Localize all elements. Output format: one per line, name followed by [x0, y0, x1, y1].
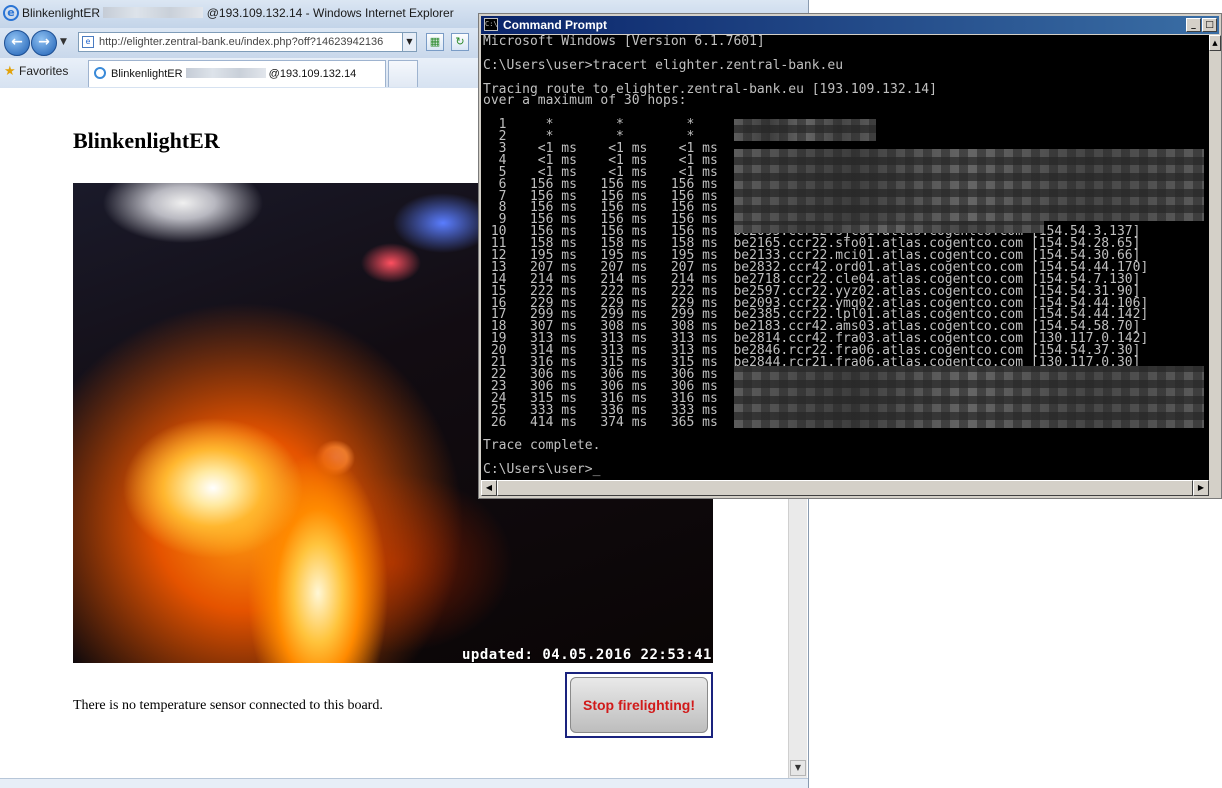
ie-status-bar — [0, 778, 808, 788]
tab-title-prefix: BlinkenlightER — [111, 68, 183, 80]
page-favicon: e — [82, 36, 94, 48]
ie-title-suffix: @193.109.132.14 - Windows Internet Explo… — [206, 6, 454, 20]
redacted-hostnames — [734, 221, 1044, 233]
favorites-button[interactable]: ★ Favorites — [4, 64, 68, 79]
address-url[interactable]: http://elighter.zentral-bank.eu/index.ph… — [99, 36, 383, 48]
maximize-icon[interactable]: □ — [1202, 18, 1217, 32]
address-bar[interactable]: e http://elighter.zentral-bank.eu/index.… — [78, 32, 415, 52]
command-prompt-window: C:\ Command Prompt _ □ Microsoft Windows… — [478, 13, 1222, 499]
cmd-title-bar[interactable]: C:\ Command Prompt _ □ — [481, 16, 1219, 34]
console-line: Microsoft Windows [Version 6.1.7601] — [483, 35, 765, 49]
scroll-down-arrow-icon[interactable]: ▼ — [790, 760, 806, 776]
cmd-horizontal-scrollbar[interactable]: ◀ ▶ — [481, 480, 1209, 496]
favorites-label: Favorites — [19, 64, 69, 78]
redacted-hostnames — [734, 119, 876, 141]
ie-logo-icon: e — [3, 5, 19, 21]
tab-title-suffix: @193.109.132.14 — [268, 68, 357, 80]
back-arrow-icon[interactable]: ← — [4, 30, 30, 56]
compatibility-icon[interactable]: ▦ — [426, 33, 444, 51]
scroll-up-arrow-icon[interactable]: ▲ — [1209, 35, 1221, 51]
forward-arrow-icon[interactable]: → — [31, 30, 57, 56]
page-title: BlinkenlightER — [73, 128, 220, 153]
console-line: C:\Users\user>tracert elighter.zentral-b… — [483, 57, 844, 73]
cmd-app-icon: C:\ — [484, 18, 498, 31]
star-icon: ★ — [4, 64, 16, 79]
cmd-console[interactable]: Microsoft Windows [Version 6.1.7601] C:\U… — [481, 35, 1209, 480]
tab-title: BlinkenlightER @193.109.132.14 — [111, 68, 356, 80]
console-line: over a maximum of 30 hops: — [483, 93, 687, 109]
history-dropdown-icon[interactable]: ▼ — [60, 37, 67, 47]
console-line: C:\Users\user>_ — [483, 462, 601, 478]
cmd-window-title: Command Prompt — [503, 18, 608, 32]
redacted-username — [103, 7, 204, 18]
redacted-hostnames — [734, 366, 1204, 428]
cmd-vertical-scrollbar[interactable]: ▲ — [1209, 35, 1221, 496]
browser-tab[interactable]: BlinkenlightER @193.109.132.14 — [88, 60, 386, 87]
temperature-status-text: There is no temperature sensor connected… — [73, 698, 383, 713]
minimize-icon[interactable]: _ — [1186, 18, 1201, 32]
cmd-horizontal-scroll-thumb[interactable] — [497, 480, 1193, 496]
stop-firelighting-button[interactable]: Stop firelighting! — [570, 677, 708, 733]
ie-title-prefix: BlinkenlightER — [22, 6, 101, 20]
console-line: Trace complete. — [483, 438, 601, 454]
ie-window-title: BlinkenlightER @193.109.132.14 - Windows… — [22, 6, 454, 20]
scroll-left-arrow-icon[interactable]: ◀ — [481, 480, 497, 496]
webcam-timestamp: updated: 04.05.2016 22:53:41 — [461, 647, 712, 663]
tab-loading-icon — [94, 67, 106, 79]
stop-button-focus-frame: Stop firelighting! — [565, 672, 713, 738]
new-tab-button[interactable] — [388, 60, 418, 87]
redacted-hostnames — [734, 149, 1204, 221]
scroll-right-arrow-icon[interactable]: ▶ — [1193, 480, 1209, 496]
refresh-icon[interactable]: ↻ — [451, 33, 469, 51]
redacted-username — [185, 68, 266, 78]
address-dropdown-icon[interactable]: ▼ — [402, 32, 417, 52]
